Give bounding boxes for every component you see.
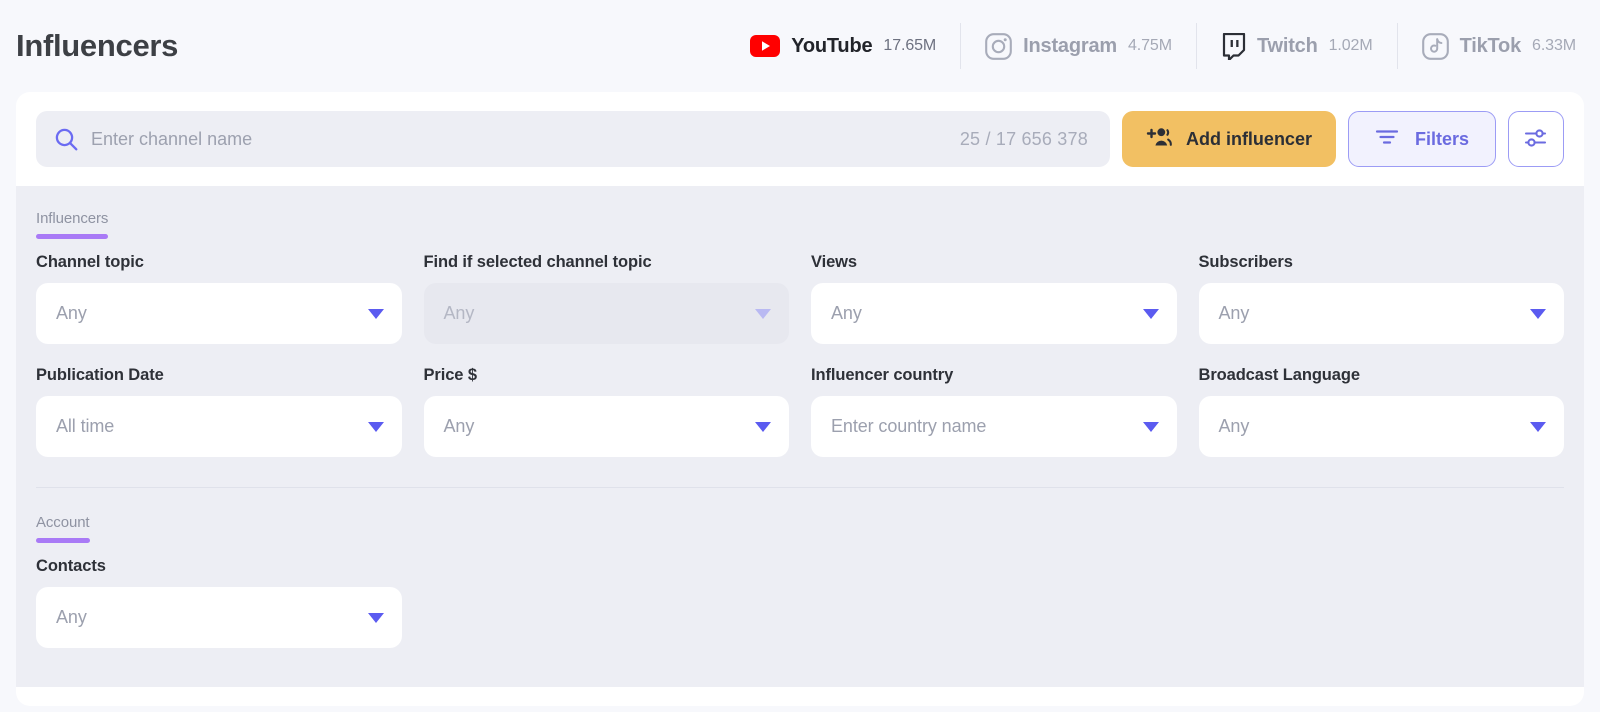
- field-label: Channel topic: [36, 253, 144, 271]
- search-toolbar: 25 / 17 656 378 Add influencer Filters: [16, 92, 1584, 186]
- field-subscribers: Subscribers Any: [1198, 253, 1564, 344]
- chevron-down-icon: [367, 308, 384, 319]
- field-label: Subscribers: [1198, 253, 1293, 271]
- field-find-if-selected-channel-topic: Find if selected channel topic Any: [423, 253, 789, 344]
- select-value: Any: [443, 303, 475, 323]
- section-tab-label: Influencers: [36, 210, 109, 227]
- subscribers-select[interactable]: Any: [1198, 283, 1564, 344]
- influencer-country-select[interactable]: Enter country name: [811, 396, 1177, 457]
- search-input[interactable]: [91, 128, 960, 150]
- field-label: Price $: [423, 366, 478, 384]
- chevron-down-icon: [755, 421, 771, 432]
- views-select[interactable]: Any: [811, 283, 1177, 344]
- add-influencer-button[interactable]: Add influencer: [1121, 111, 1336, 167]
- field-broadcast-language: Broadcast Language Any: [1198, 366, 1564, 457]
- platform-name: TikTok: [1459, 34, 1522, 57]
- field-label: Views: [811, 253, 857, 271]
- sliders-icon: [1523, 125, 1549, 154]
- section-tab-account[interactable]: Account: [36, 508, 90, 543]
- tiktok-icon: [1421, 32, 1449, 60]
- filter-panel: Influencers Channel topic Any Find if se…: [16, 186, 1584, 687]
- account-filter-grid: Contacts Any: [36, 557, 1564, 670]
- field-publication-date: Publication Date All time: [36, 366, 402, 457]
- chevron-down-icon: [367, 612, 384, 623]
- add-user-icon: [1146, 126, 1173, 153]
- filter-lines-icon: [1375, 128, 1399, 151]
- field-label: Contacts: [36, 557, 106, 575]
- select-value: Any: [831, 303, 862, 323]
- page-title: Influencers: [16, 28, 179, 63]
- channel-topic-select[interactable]: Any: [36, 283, 402, 344]
- chevron-down-icon: [1142, 421, 1159, 432]
- select-value: Any: [1218, 303, 1250, 323]
- price-select[interactable]: Any: [423, 396, 789, 457]
- platform-name: YouTube: [791, 34, 873, 57]
- select-value: Any: [443, 416, 475, 436]
- field-contacts: Contacts Any: [36, 557, 402, 648]
- section-tab-underline: [36, 538, 90, 543]
- field-label: Publication Date: [36, 366, 164, 384]
- chevron-down-icon: [1530, 308, 1546, 319]
- field-views: Views Any: [811, 253, 1177, 344]
- section-tab-label: Account: [36, 514, 90, 531]
- platform-name: Twitch: [1256, 34, 1318, 57]
- section-tab-influencers[interactable]: Influencers: [36, 204, 108, 239]
- chevron-down-icon: [1142, 308, 1159, 319]
- select-value: Any: [56, 607, 87, 627]
- filters-button[interactable]: Filters: [1347, 111, 1496, 167]
- field-label: Broadcast Language: [1198, 366, 1361, 384]
- field-channel-topic: Channel topic Any: [36, 253, 402, 344]
- platform-count: 1.02M: [1328, 37, 1373, 54]
- account-section: Account Contacts Any: [36, 488, 1564, 670]
- section-tab-underline: [36, 234, 109, 239]
- platform-tab-instagram[interactable]: Instagram 4.75M: [960, 23, 1196, 69]
- field-price: Price $ Any: [423, 366, 789, 457]
- search-icon: [54, 127, 79, 152]
- card-bottom-edge: [16, 687, 1584, 706]
- platform-tabs: YouTube 17.65M Instagram 4.75M Twitch 1.…: [726, 23, 1582, 69]
- search-result-counter: 25 / 17 656 378: [959, 128, 1088, 149]
- broadcast-language-select[interactable]: Any: [1198, 396, 1564, 457]
- add-influencer-label: Add influencer: [1185, 128, 1312, 149]
- platform-count: 17.65M: [883, 37, 937, 54]
- platform-tab-twitch[interactable]: Twitch 1.02M: [1195, 23, 1397, 69]
- filter-settings-button[interactable]: [1508, 111, 1564, 167]
- influencer-filter-grid: Channel topic Any Find if selected chann…: [36, 253, 1564, 479]
- select-value: Any: [56, 303, 87, 323]
- contacts-select[interactable]: Any: [36, 587, 402, 648]
- filters-label: Filters: [1414, 128, 1469, 149]
- chevron-down-icon: [755, 308, 771, 319]
- youtube-icon: [750, 35, 781, 57]
- publication-date-select[interactable]: All time: [36, 396, 402, 457]
- chevron-down-icon: [1530, 421, 1546, 432]
- find-if-selected-channel-topic-select: Any: [423, 283, 789, 344]
- field-label: Find if selected channel topic: [423, 253, 652, 271]
- platform-count: 6.33M: [1532, 37, 1576, 54]
- platform-tab-tiktok[interactable]: TikTok 6.33M: [1396, 23, 1582, 69]
- search-box[interactable]: 25 / 17 656 378: [36, 111, 1110, 167]
- select-value: All time: [56, 416, 115, 436]
- platform-tab-youtube[interactable]: YouTube 17.65M: [726, 23, 960, 69]
- chevron-down-icon: [367, 421, 384, 432]
- select-value: Enter country name: [831, 416, 987, 436]
- select-value: Any: [1218, 416, 1250, 436]
- instagram-icon: [985, 32, 1013, 60]
- twitch-icon: [1221, 32, 1246, 60]
- platform-count: 4.75M: [1127, 37, 1172, 54]
- field-influencer-country: Influencer country Enter country name: [811, 366, 1177, 457]
- platform-name: Instagram: [1023, 34, 1117, 57]
- page-header: Influencers YouTube 17.65M Instagram 4.7…: [0, 0, 1600, 92]
- field-label: Influencer country: [811, 366, 954, 384]
